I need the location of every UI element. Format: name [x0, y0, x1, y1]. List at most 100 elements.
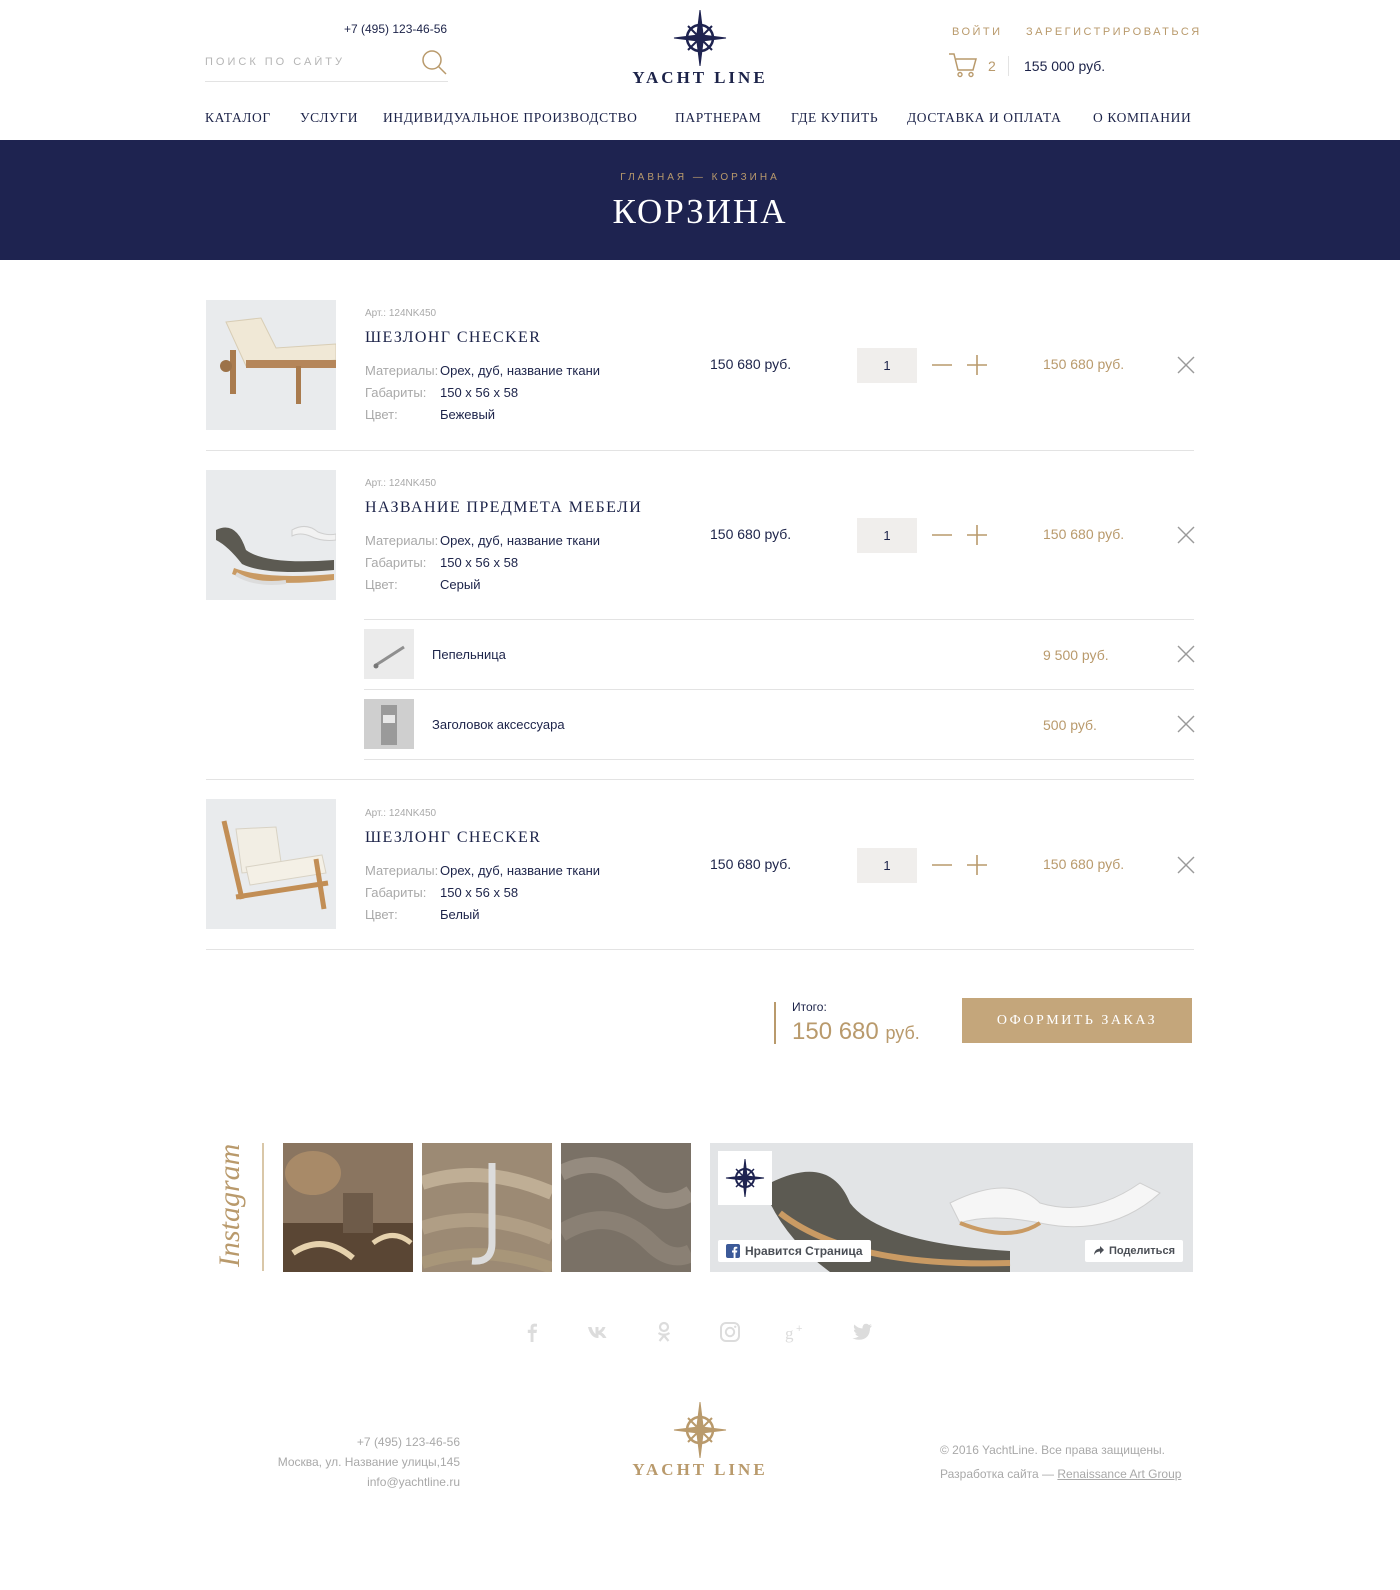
remove-item-icon[interactable]	[1176, 855, 1196, 875]
login-link[interactable]: ВОЙТИ	[952, 26, 1003, 38]
twitter-icon[interactable]	[850, 1320, 874, 1344]
search-icon[interactable]	[420, 48, 448, 76]
nav-custom-production[interactable]: ИНДИВИДУАЛЬНОЕ ПРОИЗВОДСТВО	[383, 110, 638, 126]
footer-email[interactable]: info@yachtline.ru	[200, 1472, 460, 1492]
product-image[interactable]	[206, 300, 336, 430]
spec-label-size: Габариты:	[365, 385, 427, 400]
increase-quantity-icon[interactable]	[965, 853, 989, 877]
remove-accessory-icon[interactable]	[1176, 714, 1196, 734]
spec-label-size: Габариты:	[365, 885, 427, 900]
spec-value-size: 150 х 56 х 58	[440, 385, 519, 400]
vk-icon[interactable]	[586, 1320, 610, 1344]
odnoklassniki-icon[interactable]	[652, 1320, 676, 1344]
quantity-input[interactable]	[857, 848, 917, 883]
decrease-quantity-icon[interactable]	[930, 853, 954, 877]
footer-logo[interactable]: YACHT LINE	[600, 1400, 800, 1480]
google-plus-icon[interactable]: g +	[784, 1320, 808, 1344]
item-line-total: 150 680 руб.	[1043, 356, 1125, 372]
instagram-photo[interactable]	[422, 1143, 552, 1272]
ashtray-image	[364, 629, 414, 679]
site-logo[interactable]: YACHT LINE	[600, 8, 800, 88]
spec-label-color: Цвет:	[365, 577, 398, 592]
item-name[interactable]: ШЕЗЛОНГ CHECKER	[365, 829, 541, 847]
row-divider	[206, 450, 1194, 451]
increase-quantity-icon[interactable]	[965, 523, 989, 547]
footer-logo-text: YACHT LINE	[632, 1460, 768, 1479]
row-divider	[206, 949, 1194, 950]
fb-like-button[interactable]: Нравится Страница	[718, 1240, 871, 1262]
product-image[interactable]	[206, 799, 336, 929]
row-divider	[206, 779, 1194, 780]
item-line-total: 150 680 руб.	[1043, 526, 1125, 542]
accessory-name[interactable]: Заголовок аксессуара	[432, 717, 565, 732]
nav-where-to-buy[interactable]: ГДЕ КУПИТЬ	[791, 110, 878, 126]
accessory-image[interactable]	[364, 699, 414, 749]
decrease-quantity-icon[interactable]	[930, 523, 954, 547]
spec-value-color: Белый	[440, 907, 480, 922]
nav-services[interactable]: УСЛУГИ	[300, 110, 358, 126]
footer-phone[interactable]: +7 (495) 123-46-56	[200, 1432, 460, 1452]
remove-accessory-icon[interactable]	[1176, 644, 1196, 664]
compass-logo-icon	[725, 1158, 765, 1198]
spec-value-size: 150 х 56 х 58	[440, 885, 519, 900]
item-name[interactable]: ШЕЗЛОНГ CHECKER	[365, 329, 541, 347]
nav-about[interactable]: О КОМПАНИИ	[1093, 110, 1191, 126]
instagram-photo[interactable]	[561, 1143, 691, 1272]
page-title: КОРЗИНА	[612, 192, 788, 231]
remove-item-icon[interactable]	[1176, 525, 1196, 545]
product-image[interactable]	[206, 470, 336, 600]
fb-page-logo[interactable]	[718, 1151, 772, 1205]
spec-label-materials: Материалы:	[365, 363, 439, 378]
total-accent-bar	[774, 1002, 776, 1044]
cart-icon[interactable]	[948, 52, 978, 78]
facebook-icon[interactable]	[520, 1320, 544, 1344]
logo-text: YACHT LINE	[632, 68, 768, 87]
increase-quantity-icon[interactable]	[965, 353, 989, 377]
spec-value-size: 150 х 56 х 58	[440, 555, 519, 570]
footer-legal: © 2016 YachtLine. Все права защищены. Ра…	[940, 1438, 1181, 1486]
svg-text:+: +	[796, 1323, 802, 1335]
quantity-input[interactable]	[857, 348, 917, 383]
item-sku: Арт.: 124NK450	[365, 308, 437, 319]
fb-share-button[interactable]: Поделиться	[1084, 1240, 1183, 1262]
rope-photo	[422, 1143, 552, 1272]
decrease-quantity-icon[interactable]	[930, 353, 954, 377]
search-input[interactable]	[205, 56, 405, 68]
compass-logo-icon	[673, 1401, 727, 1459]
spec-label-materials: Материалы:	[365, 863, 439, 878]
quantity-input[interactable]	[857, 518, 917, 553]
facebook-page-widget[interactable]: Нравится Страница Поделиться	[710, 1143, 1193, 1272]
row-divider	[364, 619, 1194, 620]
item-price: 150 680 руб.	[710, 856, 792, 872]
checkout-button[interactable]: ОФОРМИТЬ ЗАКАЗ	[962, 998, 1192, 1043]
instagram-photo[interactable]	[283, 1143, 413, 1272]
spec-value-color: Бежевый	[440, 407, 496, 422]
cart-separator	[1008, 56, 1009, 76]
accessory-name[interactable]: Пепельница	[432, 647, 506, 662]
footer-dev-link[interactable]: Renaissance Art Group	[1057, 1467, 1181, 1481]
item-sku: Арт.: 124NK450	[365, 808, 437, 819]
remove-item-icon[interactable]	[1176, 355, 1196, 375]
header-phone[interactable]: +7 (495) 123-46-56	[344, 22, 447, 36]
cart-count[interactable]: 2	[988, 58, 996, 74]
nav-delivery-payment[interactable]: ДОСТАВКА И ОПЛАТА	[907, 110, 1061, 126]
cart-sum[interactable]: 155 000 руб.	[1024, 58, 1105, 74]
instagram-label[interactable]: Instagram	[213, 1144, 247, 1267]
spec-value-materials: Орех, дуб, название ткани	[440, 533, 601, 548]
nav-catalog[interactable]: КАТАЛОГ	[205, 110, 271, 126]
instagram-divider	[262, 1143, 264, 1271]
spec-label-color: Цвет:	[365, 407, 398, 422]
item-name[interactable]: НАЗВАНИЕ ПРЕДМЕТА МЕБЕЛИ	[365, 499, 642, 517]
register-link[interactable]: ЗАРЕГИСТРИРОВАТЬСЯ	[1026, 26, 1202, 38]
woodwork-photo	[283, 1143, 413, 1272]
instagram-icon[interactable]	[718, 1320, 742, 1344]
fabric-photo	[561, 1143, 691, 1272]
row-divider	[364, 689, 1194, 690]
item-sku: Арт.: 124NK450	[365, 478, 437, 489]
nav-partners[interactable]: ПАРТНЕРАМ	[675, 110, 761, 126]
lounger-image	[206, 300, 336, 430]
fb-share-label: Поделиться	[1108, 1245, 1175, 1257]
accessory-image[interactable]	[364, 629, 414, 679]
breadcrumb[interactable]: ГЛАВНАЯ — КОРЗИНА	[0, 172, 1400, 183]
footer-developer: Разработка сайта — Renaissance Art Group	[940, 1462, 1181, 1486]
